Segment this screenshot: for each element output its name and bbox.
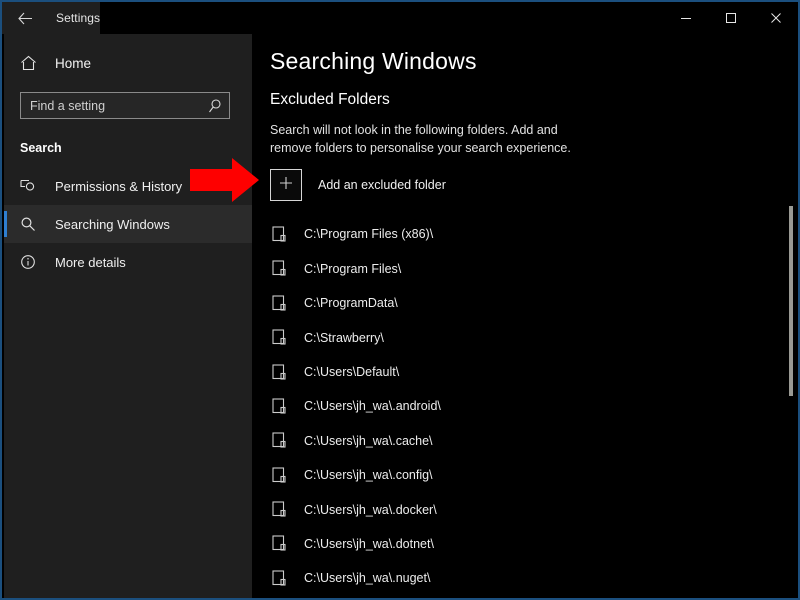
folder-icon bbox=[270, 398, 288, 415]
add-excluded-folder-label: Add an excluded folder bbox=[318, 178, 446, 192]
folder-icon bbox=[270, 467, 288, 484]
info-icon bbox=[20, 254, 40, 270]
permissions-icon bbox=[20, 179, 40, 194]
list-item[interactable]: C:\Users\jh_wa\.dotnet\ bbox=[252, 527, 800, 561]
sidebar-nav: Permissions & History Searching Windows bbox=[4, 167, 252, 281]
list-item[interactable]: C:\ProgramData\ bbox=[252, 286, 800, 320]
folder-icon bbox=[270, 570, 288, 587]
vertical-scrollbar[interactable] bbox=[786, 34, 796, 600]
folder-path: C:\Program Files (x86)\ bbox=[304, 227, 433, 241]
list-item[interactable]: C:\Users\Default\ bbox=[252, 355, 800, 389]
title-bar: Settings bbox=[2, 2, 798, 34]
sidebar-group-header: Search bbox=[4, 141, 252, 155]
folder-path: C:\Users\jh_wa\.nuget\ bbox=[304, 571, 430, 585]
sidebar-item-label: Searching Windows bbox=[55, 217, 170, 232]
add-excluded-folder-button[interactable] bbox=[270, 169, 302, 201]
list-item[interactable]: C:\Users\jh_wa\.config\ bbox=[252, 458, 800, 492]
minimize-icon[interactable] bbox=[663, 2, 708, 34]
folder-path: C:\Users\jh_wa\.config\ bbox=[304, 468, 433, 482]
folder-icon bbox=[270, 295, 288, 312]
folder-path: C:\Users\Default\ bbox=[304, 365, 399, 379]
home-icon bbox=[20, 55, 40, 71]
sidebar-home-label: Home bbox=[55, 56, 91, 71]
list-item[interactable]: C:\Program Files (x86)\ bbox=[252, 217, 800, 251]
search-icon bbox=[208, 98, 222, 119]
plus-icon bbox=[278, 175, 294, 196]
magnifier-icon bbox=[20, 216, 40, 232]
folder-path: C:\Users\jh_wa\.docker\ bbox=[304, 503, 437, 517]
sidebar-item-more-details[interactable]: More details bbox=[4, 243, 252, 281]
list-item[interactable]: C:\Users\jh_wa\.cache\ bbox=[252, 424, 800, 458]
folder-icon bbox=[270, 535, 288, 552]
scrollbar-thumb[interactable] bbox=[789, 206, 793, 396]
folder-path: C:\Users\jh_wa\.android\ bbox=[304, 399, 441, 413]
folder-path: C:\Users\jh_wa\.cache\ bbox=[304, 434, 433, 448]
folder-path: C:\Strawberry\ bbox=[304, 331, 384, 345]
list-item[interactable]: C:\Users\jh_wa\.nuget\ bbox=[252, 561, 800, 595]
folder-path: C:\Users\jh_wa\.dotnet\ bbox=[304, 537, 434, 551]
settings-window: Settings bbox=[0, 0, 800, 600]
content-panel: Searching Windows Excluded Folders Searc… bbox=[252, 34, 800, 600]
search-input[interactable]: Find a setting bbox=[20, 92, 230, 119]
list-item[interactable]: C:\Users\jh_wa\.android\ bbox=[252, 389, 800, 423]
list-item[interactable]: C:\Strawberry\ bbox=[252, 320, 800, 354]
window-controls bbox=[663, 2, 798, 34]
section-description: Search will not look in the following fo… bbox=[270, 121, 600, 157]
title-bar-drag-area[interactable] bbox=[100, 2, 663, 34]
section-title: Excluded Folders bbox=[270, 91, 800, 109]
list-item[interactable]: C:\Users\jh_wa\.docker\ bbox=[252, 492, 800, 526]
excluded-folders-list: C:\Program Files (x86)\ C:\Program Files… bbox=[252, 217, 800, 595]
back-arrow-icon[interactable] bbox=[12, 6, 38, 30]
maximize-icon[interactable] bbox=[708, 2, 753, 34]
sidebar-item-label: Permissions & History bbox=[55, 179, 182, 194]
sidebar-item-permissions-history[interactable]: Permissions & History bbox=[4, 167, 252, 205]
folder-path: C:\Program Files\ bbox=[304, 262, 401, 276]
folder-path: C:\ProgramData\ bbox=[304, 296, 398, 310]
folder-icon bbox=[270, 364, 288, 381]
sidebar-item-label: More details bbox=[55, 255, 126, 270]
folder-icon bbox=[270, 226, 288, 243]
search-placeholder: Find a setting bbox=[21, 99, 105, 113]
sidebar-item-home[interactable]: Home bbox=[4, 48, 252, 78]
close-icon[interactable] bbox=[753, 2, 798, 34]
title-bar-left: Settings bbox=[2, 2, 100, 34]
sidebar: Home Find a setting Search Perm bbox=[4, 34, 252, 600]
folder-icon bbox=[270, 260, 288, 277]
folder-icon bbox=[270, 501, 288, 518]
folder-icon bbox=[270, 329, 288, 346]
app-title: Settings bbox=[56, 11, 100, 25]
list-item[interactable]: C:\Program Files\ bbox=[252, 252, 800, 286]
sidebar-item-searching-windows[interactable]: Searching Windows bbox=[4, 205, 252, 243]
add-excluded-folder-row: Add an excluded folder bbox=[270, 169, 800, 201]
page-title: Searching Windows bbox=[270, 48, 800, 75]
folder-icon bbox=[270, 432, 288, 449]
